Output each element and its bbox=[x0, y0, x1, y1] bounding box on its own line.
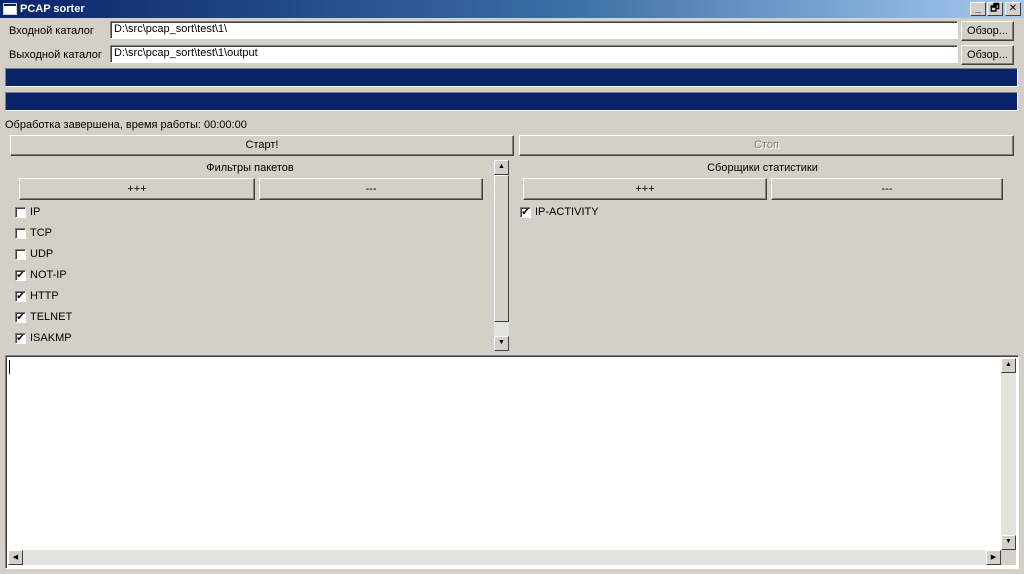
scroll-right-icon[interactable]: ▶ bbox=[986, 550, 1001, 565]
input-browse-button[interactable]: Обзор... bbox=[961, 21, 1014, 41]
checkbox-label: UDP bbox=[30, 248, 54, 260]
start-button[interactable]: Старт! bbox=[10, 135, 514, 156]
collectors-remove-button[interactable]: --- bbox=[771, 178, 1003, 200]
output-browse-button[interactable]: Обзор... bbox=[961, 45, 1014, 65]
checkbox-checked-icon[interactable]: ✔ bbox=[15, 291, 26, 302]
log-vertical-scrollbar[interactable]: ▲ ▼ bbox=[1001, 358, 1016, 550]
checkbox-label: TCP bbox=[30, 227, 52, 239]
scrollbar-corner bbox=[1001, 550, 1016, 565]
stop-button[interactable]: Стоп bbox=[519, 135, 1014, 156]
scroll-left-icon[interactable]: ◀ bbox=[8, 550, 23, 565]
collectors-list: ✔ IP-ACTIVITY bbox=[520, 205, 1000, 265]
filters-item-http[interactable]: ✔ HTTP bbox=[15, 289, 215, 305]
restore-button[interactable]: 🗗 bbox=[987, 2, 1003, 16]
checkbox-icon[interactable] bbox=[15, 249, 26, 260]
collectors-item-ip-activity[interactable]: ✔ IP-ACTIVITY bbox=[520, 205, 720, 221]
minimize-button[interactable]: _ bbox=[970, 2, 986, 16]
title-bar[interactable]: PCAP sorter _ 🗗 ✕ bbox=[0, 0, 1024, 18]
scroll-up-icon[interactable]: ▲ bbox=[494, 160, 509, 175]
scroll-up-icon[interactable]: ▲ bbox=[1001, 358, 1016, 373]
filters-item-telnet[interactable]: ✔ TELNET bbox=[15, 310, 215, 326]
filters-item-tcp[interactable]: TCP bbox=[15, 226, 215, 242]
checkbox-label: ISAKMP bbox=[30, 332, 72, 344]
window-title: PCAP sorter bbox=[20, 3, 85, 15]
progress-fill-2 bbox=[6, 93, 1017, 110]
checkbox-label: IP-ACTIVITY bbox=[535, 206, 599, 218]
checkbox-checked-icon[interactable]: ✔ bbox=[520, 207, 531, 218]
checkbox-checked-icon[interactable]: ✔ bbox=[15, 270, 26, 281]
close-button[interactable]: ✕ bbox=[1005, 2, 1021, 16]
filters-add-button[interactable]: +++ bbox=[19, 178, 255, 200]
filters-item-not-ip[interactable]: ✔ NOT-IP bbox=[15, 268, 215, 284]
filters-item-ip[interactable]: IP bbox=[15, 205, 215, 221]
input-dir-field[interactable]: D:\src\pcap_sort\test\1\ bbox=[110, 21, 958, 39]
filters-item-isakmp[interactable]: ✔ ISAKMP bbox=[15, 331, 215, 347]
checkbox-checked-icon[interactable]: ✔ bbox=[15, 333, 26, 344]
checkbox-label: IP bbox=[30, 206, 41, 218]
log-horizontal-scrollbar[interactable]: ◀ ▶ bbox=[8, 550, 1001, 565]
collectors-title: Сборщики статистики bbox=[707, 162, 818, 174]
checkbox-label: TELNET bbox=[30, 311, 73, 323]
app-icon bbox=[3, 3, 17, 15]
filters-title: Фильтры пакетов bbox=[206, 162, 294, 174]
log-textarea[interactable]: ▲ ▼ ◀ ▶ bbox=[5, 355, 1019, 569]
text-caret bbox=[9, 360, 10, 374]
scroll-down-icon[interactable]: ▼ bbox=[1001, 535, 1016, 550]
status-text: Обработка завершена, время работы: 00:00… bbox=[5, 119, 247, 131]
scroll-down-icon[interactable]: ▼ bbox=[494, 336, 509, 351]
input-dir-label: Входной каталог bbox=[9, 25, 94, 37]
output-dir-label: Выходной каталог bbox=[9, 49, 102, 61]
checkbox-checked-icon[interactable]: ✔ bbox=[15, 312, 26, 323]
filters-item-udp[interactable]: UDP bbox=[15, 247, 215, 263]
checkbox-icon[interactable] bbox=[15, 228, 26, 239]
filters-list: IP TCP UDP ✔ NOT-IP ✔ HTTP ✔ TELNET ✔ ISAKMP bbox=[15, 205, 485, 350]
checkbox-icon[interactable] bbox=[15, 207, 26, 218]
filters-scroll-thumb[interactable] bbox=[494, 175, 509, 322]
filters-remove-button[interactable]: --- bbox=[259, 178, 483, 200]
progress-fill-1 bbox=[6, 69, 1017, 86]
filters-scrollbar[interactable]: ▲ ▼ bbox=[494, 160, 509, 351]
progress-bar-2 bbox=[5, 92, 1018, 111]
checkbox-label: NOT-IP bbox=[30, 269, 67, 281]
collectors-add-button[interactable]: +++ bbox=[523, 178, 767, 200]
output-dir-field[interactable]: D:\src\pcap_sort\test\1\output bbox=[110, 45, 958, 63]
checkbox-label: HTTP bbox=[30, 290, 59, 302]
progress-bar-1 bbox=[5, 68, 1018, 87]
